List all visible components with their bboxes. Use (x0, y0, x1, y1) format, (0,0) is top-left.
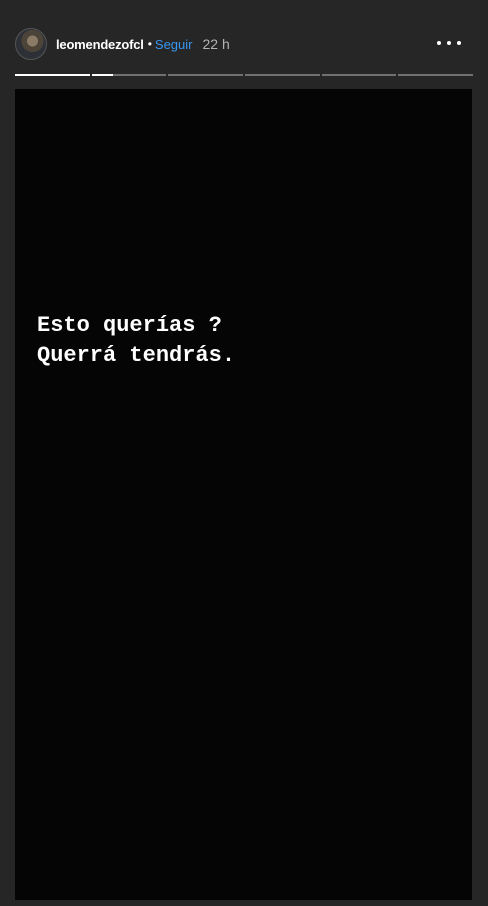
progress-segment-fill (15, 74, 90, 76)
more-dot (447, 41, 451, 45)
progress-segment (91, 74, 167, 76)
story-text-line-1: Esto querías ? (37, 313, 222, 338)
story-header: leomendezofcl • Seguir 22 h (15, 28, 473, 60)
story-text: Esto querías ? Querrá tendrás. (37, 311, 235, 371)
progress-segment (168, 74, 244, 76)
progress-segment (245, 74, 320, 76)
story-viewer: leomendezofcl • Seguir 22 h Esto querías… (0, 0, 488, 906)
follow-button[interactable]: Seguir (155, 37, 193, 52)
more-dot (437, 41, 441, 45)
progress-segment (15, 74, 90, 76)
separator-dot: • (147, 37, 152, 51)
story-content[interactable]: Esto querías ? Querrá tendrás. (15, 89, 472, 900)
progress-segment-fill (91, 74, 113, 76)
username-link[interactable]: leomendezofcl (56, 37, 144, 52)
story-text-line-2: Querrá tendrás. (37, 343, 236, 368)
story-progress-bar (15, 74, 474, 76)
progress-segment (321, 74, 397, 76)
avatar[interactable] (15, 28, 47, 60)
progress-segment (398, 74, 474, 76)
more-options-icon[interactable] (437, 36, 461, 50)
more-dot (457, 41, 461, 45)
post-time: 22 h (202, 36, 230, 52)
